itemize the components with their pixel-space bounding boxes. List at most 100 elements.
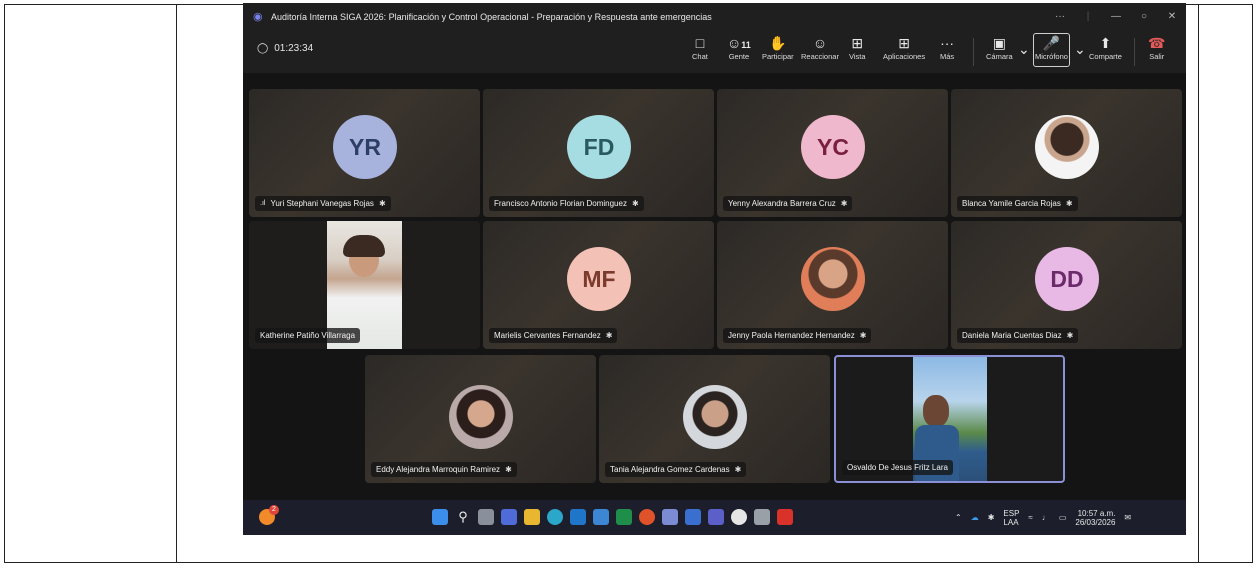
participant-name: Yenny Alexandra Barrera Cruz ✱ <box>723 196 853 211</box>
participant-tile[interactable]: YC Yenny Alexandra Barrera Cruz ✱ <box>717 89 948 217</box>
people-icon: ☺ <box>727 35 742 51</box>
chat-button[interactable]: □ Chat <box>692 34 708 61</box>
hand-icon: ✋ <box>769 35 787 51</box>
participant-name: Daniela Maria Cuentas Diaz ✱ <box>957 328 1079 343</box>
share-icon: ⬆ <box>1099 35 1112 51</box>
start-icon[interactable] <box>432 509 448 525</box>
signal-icon: .ıl <box>260 200 266 207</box>
mic-options-chevron-icon[interactable]: ⌄ <box>1074 40 1086 58</box>
shield-icon: ◯ <box>257 43 269 54</box>
share-button[interactable]: ⬆ Comparte <box>1089 34 1122 61</box>
participant-tile[interactable]: Jenny Paola Hernandez Hernandez ✱ <box>717 221 948 349</box>
avatar: FD <box>567 115 631 179</box>
people-count: 11 <box>741 40 751 50</box>
more-options-icon[interactable]: ··· <box>1046 11 1074 22</box>
phone-hangup-icon: ☎ <box>1148 35 1166 51</box>
more-button[interactable]: ··· Más <box>940 34 954 61</box>
participant-tile[interactable]: Eddy Alejandra Marroquin Ramirez ✱ <box>365 355 596 483</box>
avatar-photo <box>449 385 513 449</box>
maximize-button[interactable]: ○ <box>1130 11 1158 22</box>
close-button[interactable]: ✕ <box>1158 11 1186 22</box>
volume-icon[interactable]: ♩ <box>1042 513 1050 522</box>
meeting-timer: ◯ 01:23:34 <box>257 43 313 54</box>
avatar: YR <box>333 115 397 179</box>
participant-name: Tania Alejandra Gomez Cardenas ✱ <box>605 462 747 477</box>
media-player-icon[interactable] <box>731 509 747 525</box>
avatar-photo <box>683 385 747 449</box>
timer-text: 01:23:34 <box>274 43 314 54</box>
participant-name: Blanca Yamile Garcia Rojas ✱ <box>957 196 1078 211</box>
edge-icon[interactable] <box>547 509 563 525</box>
clock[interactable]: 10:57 a.m. 26/03/2026 <box>1075 509 1115 527</box>
participant-tile[interactable]: Blanca Yamile Garcia Rojas ✱ <box>951 89 1182 217</box>
mic-off-icon: ✱ <box>1066 331 1074 340</box>
participant-name: Francisco Antonio Florian Dominguez ✱ <box>489 196 644 211</box>
notepad-icon[interactable] <box>685 509 701 525</box>
avatar: MF <box>567 247 631 311</box>
participant-grid: YR .ıl Yuri Stephani Vanegas Rojas ✱ FD … <box>243 73 1186 500</box>
grid-icon: ⊞ <box>851 35 864 51</box>
participant-tile[interactable]: Katherine Patiño Villarraga <box>249 221 480 349</box>
outlook-icon[interactable] <box>570 509 586 525</box>
chevron-up-icon[interactable]: ⌃ <box>955 513 962 522</box>
teams-icon: ◉ <box>253 10 263 23</box>
participant-name: .ıl Yuri Stephani Vanegas Rojas ✱ <box>255 196 391 211</box>
participant-name: Osvaldo De Jesus Fritz Lara <box>842 460 953 475</box>
raise-hand-button[interactable]: ✋ Participar <box>762 34 794 61</box>
participant-tile[interactable]: YR .ıl Yuri Stephani Vanegas Rojas ✱ <box>249 89 480 217</box>
excel-icon[interactable] <box>616 509 632 525</box>
participant-name: Katherine Patiño Villarraga <box>255 328 361 343</box>
ellipsis-icon: ··· <box>940 35 955 51</box>
mic-muted-icon[interactable]: ✱ <box>988 513 995 522</box>
avatar: DD <box>1035 247 1099 311</box>
apps-button[interactable]: ⊞ Aplicaciones <box>883 34 925 61</box>
camera-off-icon: ▣ <box>992 35 1006 51</box>
avatar: YC <box>801 115 865 179</box>
notifications-icon[interactable]: ✉ <box>1124 513 1131 522</box>
participant-name: Jenny Paola Hernandez Hernandez ✱ <box>723 328 872 343</box>
usb-icon[interactable] <box>754 509 770 525</box>
participant-name: Marielis Cervantes Fernandez ✱ <box>489 328 618 343</box>
mic-off-icon: ✱ <box>859 331 867 340</box>
onedrive-icon[interactable]: ☁ <box>971 513 979 522</box>
language-indicator[interactable]: ESP LAA <box>1003 509 1019 527</box>
store-icon[interactable] <box>593 509 609 525</box>
search-icon[interactable]: ⚲ <box>455 509 471 525</box>
mic-off-icon: ✱ <box>505 465 512 474</box>
acrobat-icon[interactable] <box>777 509 793 525</box>
camera-options-chevron-icon[interactable]: ⌄ <box>1018 40 1030 58</box>
task-view-icon[interactable] <box>478 509 494 525</box>
snipping-icon[interactable] <box>662 509 678 525</box>
react-button[interactable]: ☺ Reaccionar <box>801 34 839 61</box>
mic-button[interactable]: 🎤 Micrófono <box>1035 34 1068 61</box>
chat-icon: □ <box>695 35 705 51</box>
participant-tile-active-speaker[interactable]: Osvaldo De Jesus Fritz Lara <box>834 355 1065 483</box>
camera-button[interactable]: ▣ Cámara <box>986 34 1013 61</box>
mic-off-icon: ✱ <box>1065 199 1073 208</box>
teams-meeting-window: ◉ Auditoría Interna SIGA 2026: Planifica… <box>243 3 1186 535</box>
smile-icon: ☺ <box>812 35 828 51</box>
mic-off-icon: 🎤 <box>1042 35 1061 51</box>
participant-name: Eddy Alejandra Marroquin Ramirez ✱ <box>371 462 517 477</box>
view-button[interactable]: ⊞ Vista <box>849 34 866 61</box>
plus-box-icon: ⊞ <box>898 35 910 51</box>
file-explorer-icon[interactable] <box>524 509 540 525</box>
windows-taskbar: 2 ⚲ ⌃ ☁ ✱ ESP LAA ≈ ♩ ▭ 10:57 a.m. 26/03… <box>243 500 1186 535</box>
teams-taskbar-icon[interactable] <box>501 509 517 525</box>
participant-tile[interactable]: MF Marielis Cervantes Fernandez ✱ <box>483 221 714 349</box>
teams-active-icon[interactable] <box>708 509 724 525</box>
people-button[interactable]: ☺11 Gente <box>727 34 751 61</box>
participant-tile[interactable]: DD Daniela Maria Cuentas Diaz ✱ <box>951 221 1182 349</box>
minimize-button[interactable]: — <box>1102 11 1130 22</box>
participant-tile[interactable]: Tania Alejandra Gomez Cardenas ✱ <box>599 355 830 483</box>
title-bar: ◉ Auditoría Interna SIGA 2026: Planifica… <box>243 3 1186 30</box>
battery-icon[interactable]: ▭ <box>1059 513 1067 522</box>
leave-button[interactable]: ☎ Salir <box>1148 34 1165 61</box>
participant-tile[interactable]: FD Francisco Antonio Florian Dominguez ✱ <box>483 89 714 217</box>
mic-off-icon: ✱ <box>734 465 742 474</box>
chrome-icon[interactable] <box>639 509 655 525</box>
notification-badge: 2 <box>269 505 279 515</box>
wifi-icon[interactable]: ≈ <box>1028 513 1032 522</box>
system-tray: ⌃ ☁ ✱ ESP LAA ≈ ♩ ▭ 10:57 a.m. 26/03/202… <box>955 500 1131 535</box>
mic-off-icon: ✱ <box>378 199 386 208</box>
